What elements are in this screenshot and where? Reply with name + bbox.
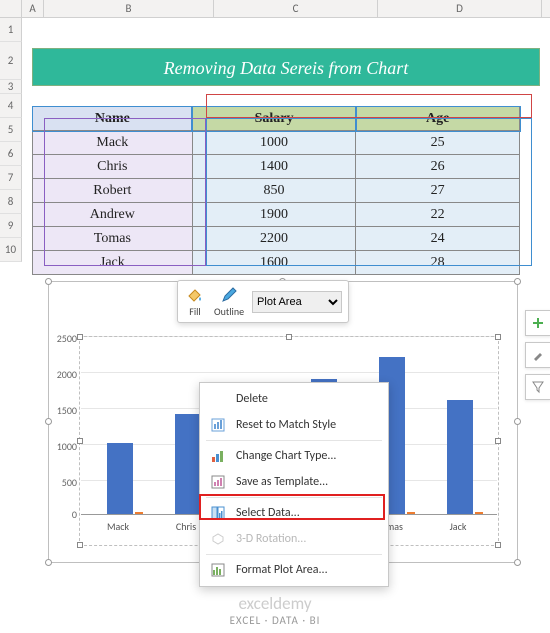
header-age[interactable]: Age	[356, 107, 520, 131]
col-a[interactable]: A	[22, 0, 44, 17]
brush-icon	[531, 348, 545, 362]
reset-icon	[210, 417, 226, 433]
format-icon	[210, 562, 226, 578]
chart-type-icon	[210, 448, 226, 464]
menu-change-chart-type[interactable]: Change Chart Type...	[200, 443, 388, 469]
table-row[interactable]: Chris140026	[33, 155, 520, 179]
menu-format-plot-area[interactable]: Format Plot Area...	[200, 557, 388, 583]
row-6[interactable]: 6	[0, 142, 22, 166]
menu-3d-rotation: 3-D Rotation...	[200, 526, 388, 552]
table-row[interactable]: Mack100025	[33, 131, 520, 155]
row-3[interactable]: 3	[0, 80, 22, 94]
col-d[interactable]: D	[378, 0, 542, 17]
rotation-3d-icon	[210, 531, 226, 547]
x-tick: Jack	[433, 520, 483, 533]
worksheet: A B C D 1 2 3 4 5 6 7 8 9 10 Removing Da…	[0, 0, 550, 563]
chart-filters-button[interactable]	[525, 374, 550, 400]
row-10[interactable]: 10	[0, 238, 22, 262]
funnel-icon	[531, 380, 545, 394]
col-c[interactable]: C	[214, 0, 378, 17]
row-headers: 1 2 3 4 5 6 7 8 9 10	[0, 18, 22, 262]
table-row[interactable]: Robert85027	[33, 179, 520, 203]
save-template-icon	[210, 474, 226, 490]
header-name[interactable]: Name	[33, 107, 193, 131]
context-menu: Delete Reset to Match Style Change Chart…	[199, 382, 389, 587]
mini-toolbar: Fill Outline Plot Area	[177, 280, 349, 323]
table-row[interactable]: Tomas220024	[33, 227, 520, 251]
table-row[interactable]: Andrew190022	[33, 203, 520, 227]
table-row[interactable]: Jack160028	[33, 251, 520, 275]
pen-icon	[218, 285, 240, 305]
chart-element-select[interactable]: Plot Area	[252, 291, 342, 313]
row-2[interactable]: 2	[0, 42, 22, 80]
row-7[interactable]: 7	[0, 166, 22, 190]
row-4[interactable]: 4	[0, 94, 22, 118]
chart-object[interactable]: Fill Outline Plot Area 2500 2000 1500 10…	[48, 281, 518, 563]
y-axis: 2500 2000 1500 1000 500 0	[51, 336, 79, 516]
chart-elements-button[interactable]	[525, 310, 550, 336]
fill-button[interactable]: Fill	[184, 285, 206, 318]
page-title: Removing Data Sereis from Chart	[32, 48, 540, 86]
select-data-icon	[210, 505, 226, 521]
chart-side-buttons	[525, 310, 550, 400]
col-b[interactable]: B	[44, 0, 214, 17]
menu-reset-style[interactable]: Reset to Match Style	[200, 412, 388, 438]
chart-styles-button[interactable]	[525, 342, 550, 368]
menu-select-data[interactable]: Select Data...	[200, 500, 388, 526]
menu-delete[interactable]: Delete	[200, 386, 388, 412]
header-salary[interactable]: Salary	[192, 107, 356, 131]
footer-brand: exceldemy EXCEL · DATA · BI	[0, 593, 550, 627]
data-table: Name Salary Age Mack100025 Chris140026 R…	[32, 106, 520, 275]
row-5[interactable]: 5	[0, 118, 22, 142]
column-headers: A B C D	[0, 0, 550, 18]
x-tick: Mack	[93, 520, 143, 533]
outline-button[interactable]: Outline	[214, 285, 244, 318]
menu-save-template[interactable]: Save as Template...	[200, 469, 388, 495]
plus-icon	[531, 316, 545, 330]
row-8[interactable]: 8	[0, 190, 22, 214]
row-1[interactable]: 1	[0, 18, 22, 42]
paint-bucket-icon	[184, 285, 206, 305]
row-9[interactable]: 9	[0, 214, 22, 238]
